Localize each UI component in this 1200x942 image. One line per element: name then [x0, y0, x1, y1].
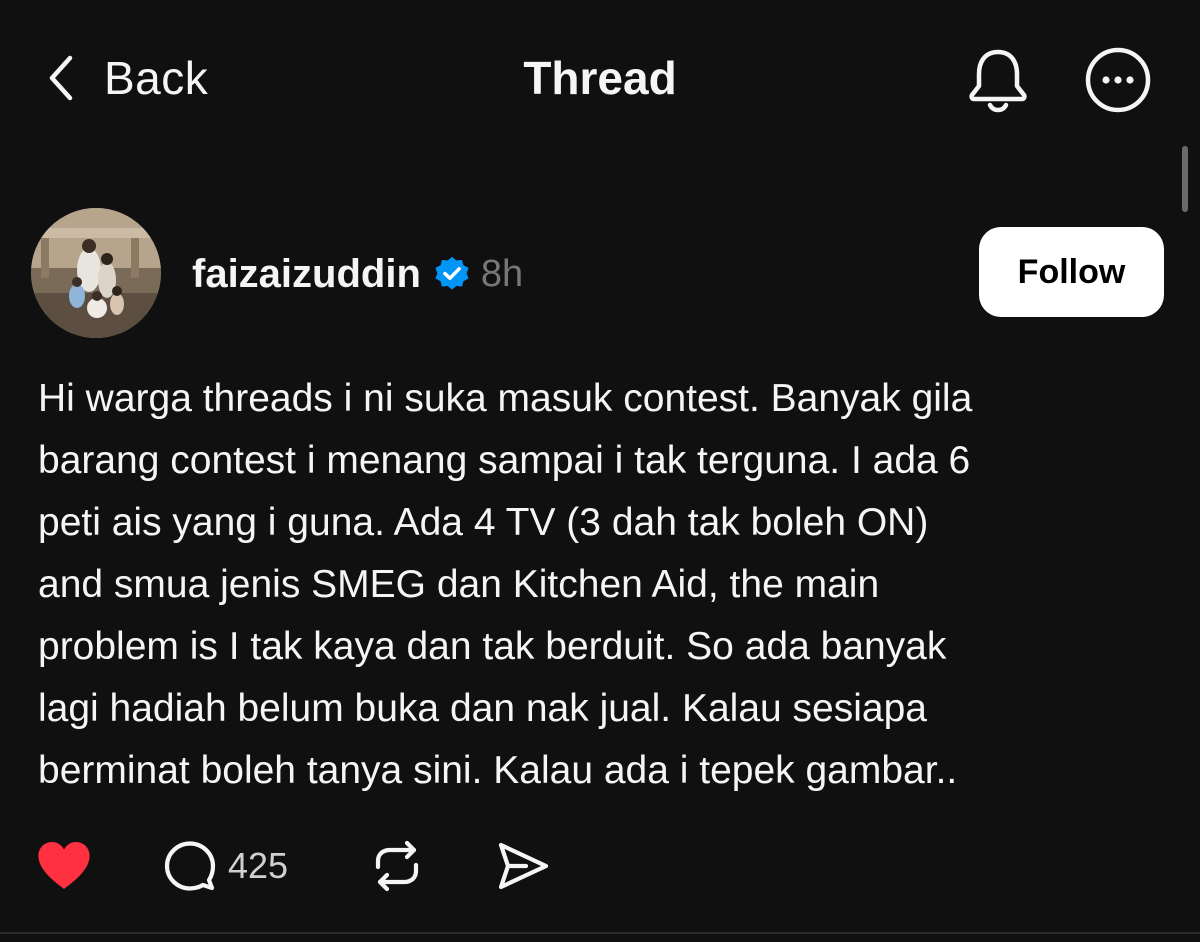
share-button[interactable] [496, 836, 550, 896]
post-actions: 425 [36, 836, 636, 896]
notifications-button[interactable] [962, 44, 1034, 116]
heart-icon [38, 842, 90, 889]
back-label: Back [104, 52, 209, 104]
send-icon [498, 842, 549, 890]
post-text-line: and smua jenis SMEG dan Kitchen Aid, the… [38, 563, 880, 606]
post-text-line: barang contest i menang sampai i tak ter… [38, 439, 971, 482]
username[interactable]: faizaizuddin [192, 252, 421, 297]
post-body: Hi warga threads i ni suka masuk contest… [38, 368, 1168, 802]
avatar-photo [31, 208, 161, 338]
post-text-line: problem is I tak kaya dan tak berduit. S… [38, 625, 947, 668]
post-text-line: Hi warga threads i ni suka masuk contest… [38, 377, 973, 420]
like-button[interactable] [36, 836, 92, 896]
divider [0, 932, 1200, 934]
repost-icon [375, 840, 419, 892]
more-options-button[interactable] [1082, 44, 1154, 116]
comment-button[interactable]: 425 [164, 836, 288, 896]
repost-button[interactable] [370, 836, 424, 896]
post-text-line: berminat boleh tanya sini. Kalau ada i t… [38, 749, 958, 792]
verified-badge-icon [433, 255, 471, 293]
back-button[interactable]: Back [44, 50, 208, 106]
post-text-line: lagi hadiah belum buka dan nak jual. Kal… [38, 687, 927, 730]
bell-icon [969, 49, 1027, 113]
comment-count: 425 [228, 845, 289, 886]
follow-button[interactable]: Follow [979, 227, 1164, 317]
post-header: faizaizuddin 8h [192, 244, 523, 304]
scrollbar-thumb[interactable] [1182, 146, 1188, 212]
more-options-icon [1085, 47, 1151, 113]
avatar[interactable] [31, 208, 161, 338]
post-timestamp: 8h [480, 252, 524, 295]
top-navigation-bar: Back Thread [0, 0, 1200, 150]
chevron-left-icon [44, 52, 80, 104]
comment-bubble-icon [164, 841, 216, 891]
post-text-line: peti ais yang i guna. Ada 4 TV (3 dah ta… [38, 501, 929, 544]
